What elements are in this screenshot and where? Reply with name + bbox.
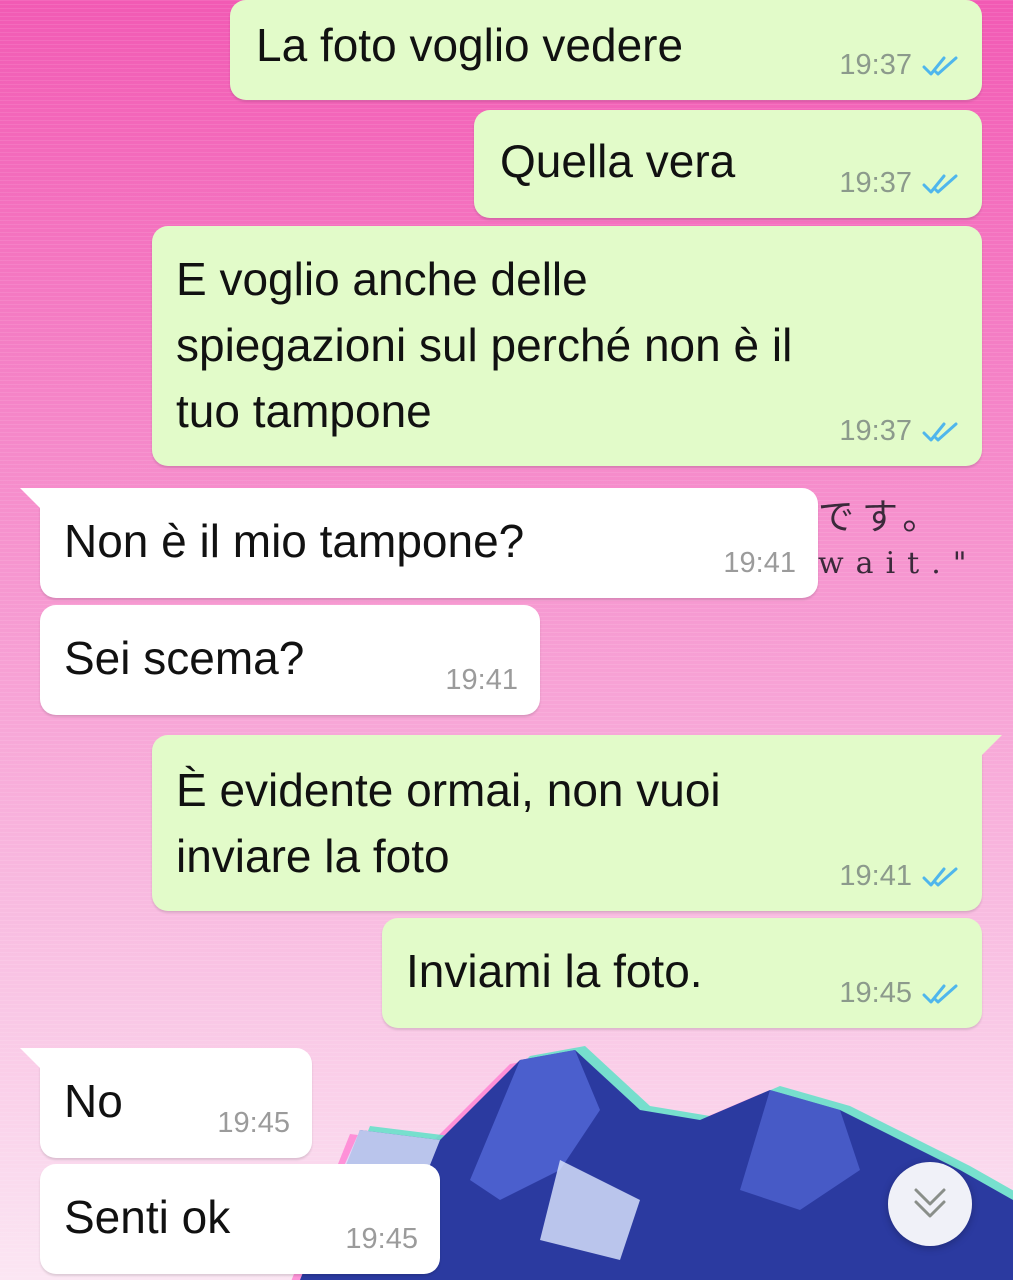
double-check-icon [922,983,960,1005]
bubble-tail [20,488,42,510]
message-meta: 19:41 [445,664,518,697]
bubble-tail [20,1048,42,1070]
message-bubble-incoming[interactable]: No 19:45 [20,1048,312,1158]
message-time: 19:45 [345,1223,418,1255]
message-text: E voglio anche delle spiegazioni sul per… [176,253,793,437]
message-meta: 19:45 [345,1223,418,1256]
message-time: 19:41 [445,664,518,696]
message-time: 19:37 [839,167,912,199]
message-bubble-incoming[interactable]: Sei scema? 19:41 [40,605,540,715]
wallpaper-text: です。 wait." [818,488,979,581]
bubble-tail [980,735,1002,757]
message-time: 19:41 [723,547,796,579]
message-bubble-outgoing[interactable]: È evidente ormai, non vuoi inviare la fo… [152,735,1002,911]
message-meta: 19:45 [217,1107,290,1140]
message-meta: 19:41 [723,547,796,580]
message-time: 19:37 [839,49,912,81]
double-check-icon [922,421,960,443]
scroll-to-bottom-button[interactable] [888,1162,972,1246]
message-time: 19:41 [839,860,912,892]
message-meta: 19:37 [839,167,960,200]
message-meta: 19:45 [839,977,960,1010]
message-meta: 19:41 [839,860,960,893]
message-text: No [64,1075,123,1127]
message-meta: 19:37 [839,415,960,448]
message-text: È evidente ormai, non vuoi inviare la fo… [176,764,721,882]
message-time: 19:45 [217,1107,290,1139]
message-bubble-outgoing[interactable]: Quella vera 19:37 [474,110,982,218]
message-time: 19:37 [839,415,912,447]
double-chevron-down-icon [914,1188,946,1218]
message-text: Sei scema? [64,632,305,684]
double-check-icon [922,866,960,888]
message-text: Senti ok [64,1191,231,1243]
message-text: Inviami la foto. [406,945,703,997]
message-text: Quella vera [500,135,736,187]
message-bubble-outgoing[interactable]: E voglio anche delle spiegazioni sul per… [152,226,982,466]
message-bubble-outgoing[interactable]: La foto voglio vedere 19:37 [230,0,982,100]
wallpaper-english-text: wait." [818,546,979,581]
message-meta: 19:37 [839,49,960,82]
message-text: La foto voglio vedere [256,19,684,71]
double-check-icon [922,173,960,195]
message-time: 19:45 [839,977,912,1009]
message-bubble-incoming[interactable]: Senti ok 19:45 [40,1164,440,1274]
message-text: Non è il mio tampone? [64,515,525,567]
double-check-icon [922,55,960,77]
message-bubble-incoming[interactable]: Non è il mio tampone? 19:41 [20,488,818,598]
message-bubble-outgoing[interactable]: Inviami la foto. 19:45 [382,918,982,1028]
wallpaper-japanese-text: です。 [818,497,947,538]
